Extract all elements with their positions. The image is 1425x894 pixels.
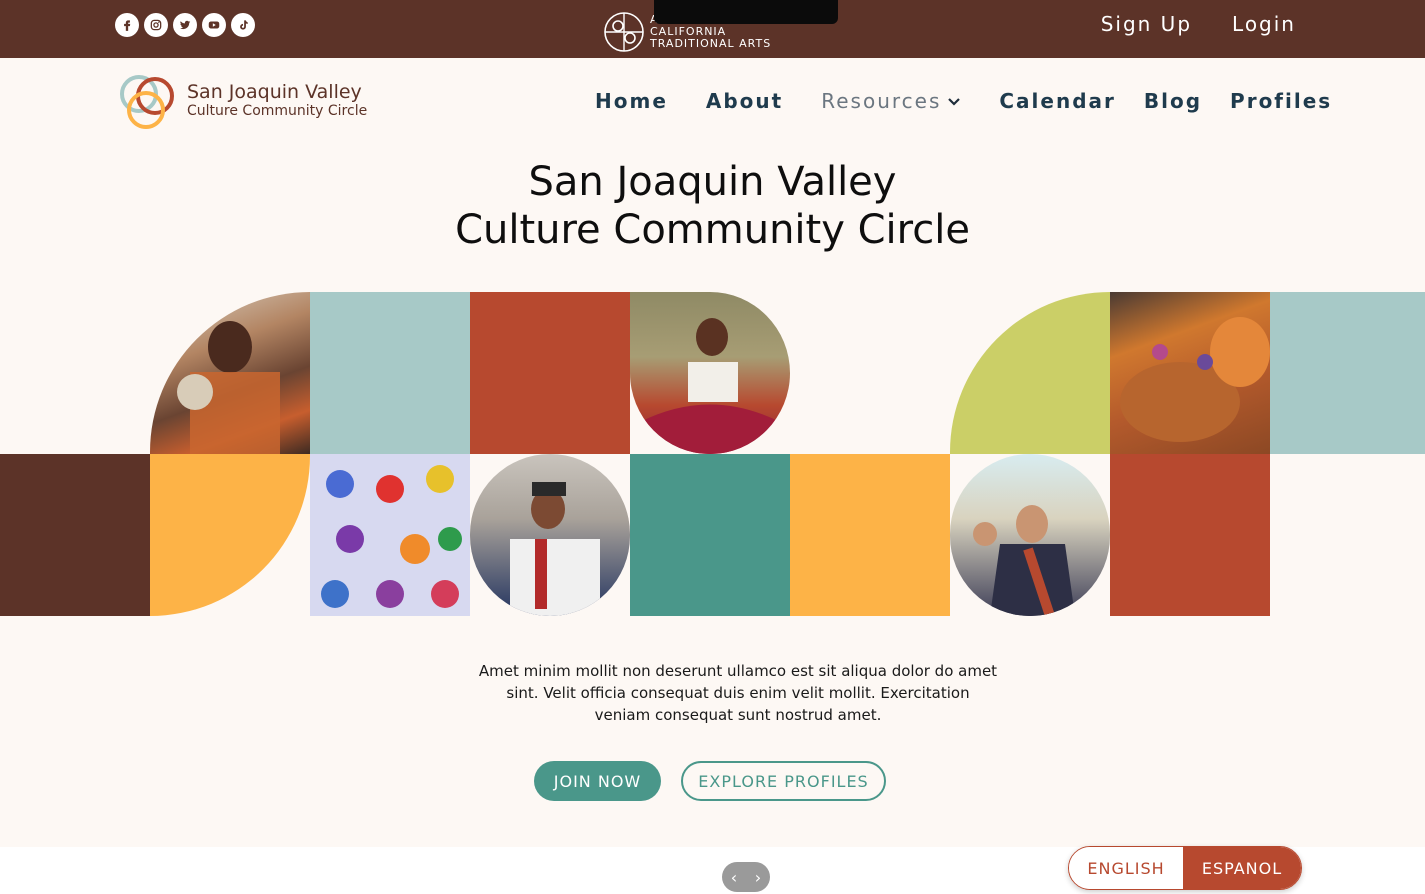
hero-title-line-2: Culture Community Circle: [455, 207, 970, 253]
nav-resources-label: Resources: [821, 89, 942, 113]
bread-photo: [1110, 292, 1270, 454]
explore-profiles-button[interactable]: EXPLORE PROFILES: [681, 761, 886, 801]
language-espanol-button[interactable]: ESPANOL: [1183, 847, 1301, 889]
acta-mark-icon: [604, 12, 644, 52]
nav-calendar[interactable]: Calendar: [999, 89, 1116, 113]
instagram-icon[interactable]: [144, 13, 168, 37]
facebook-icon[interactable]: [115, 13, 139, 37]
chevron-left-icon[interactable]: ‹: [731, 868, 737, 887]
mosaic-orange-1: [150, 454, 310, 616]
mosaic-light-teal-1: [310, 292, 470, 454]
nav-profiles[interactable]: Profiles: [1230, 89, 1332, 113]
hero-description: Amet minim mollit non deserunt ullamco e…: [478, 662, 998, 724]
mosaic-orange-2: [790, 454, 950, 616]
logo-subtitle: Culture Community Circle: [187, 103, 368, 119]
nav-home[interactable]: Home: [595, 89, 668, 113]
mosaic-rust-2: [1110, 454, 1270, 616]
camera-notch: [654, 0, 838, 24]
embroidery-photo: [310, 454, 470, 616]
nav-blog[interactable]: Blog: [1144, 89, 1202, 113]
main-nav: Home About Resources Calendar Blog Profi…: [595, 89, 1332, 113]
youtube-icon[interactable]: [202, 13, 226, 37]
nav-about[interactable]: About: [706, 89, 783, 113]
logo-title: San Joaquin Valley: [187, 81, 362, 103]
circle-logo-icon: [120, 75, 174, 129]
violinist-photo: [470, 454, 630, 616]
mosaic-rust-1: [470, 292, 630, 454]
site-logo[interactable]: San Joaquin Valley Culture Community Cir…: [115, 70, 367, 132]
mosaic-brown: [0, 454, 150, 616]
dancer-photo: [630, 292, 790, 454]
social-links: [115, 13, 255, 37]
chevron-right-icon[interactable]: ›: [755, 868, 761, 887]
mosaic-teal: [630, 454, 790, 616]
language-english-button[interactable]: ENGLISH: [1069, 847, 1184, 889]
chevron-down-icon: [948, 98, 961, 106]
mosaic-light-teal-2: [1270, 292, 1425, 454]
join-now-button[interactable]: JOIN NOW: [534, 761, 661, 801]
login-link[interactable]: Login: [1232, 12, 1296, 36]
nav-resources[interactable]: Resources: [821, 89, 961, 113]
signup-link[interactable]: Sign Up: [1101, 12, 1192, 36]
account-links: Sign Up Login: [1101, 12, 1296, 36]
hero-title-line-1: San Joaquin Valley: [528, 159, 897, 205]
mosaic-lime: [950, 292, 1110, 454]
logo-text: San Joaquin Valley Culture Community Cir…: [187, 82, 367, 120]
tiktok-icon[interactable]: [231, 13, 255, 37]
musician-photo: [150, 292, 310, 454]
acta-line-3: TRADITIONAL ARTS: [650, 37, 772, 50]
carousel-controls: ‹ ›: [722, 862, 770, 892]
new-year-photo: [950, 454, 1110, 616]
twitter-icon[interactable]: [173, 13, 197, 37]
hero-title: San Joaquin Valley Culture Community Cir…: [0, 158, 1425, 254]
language-toggle: ENGLISH ESPANOL: [1068, 846, 1302, 890]
